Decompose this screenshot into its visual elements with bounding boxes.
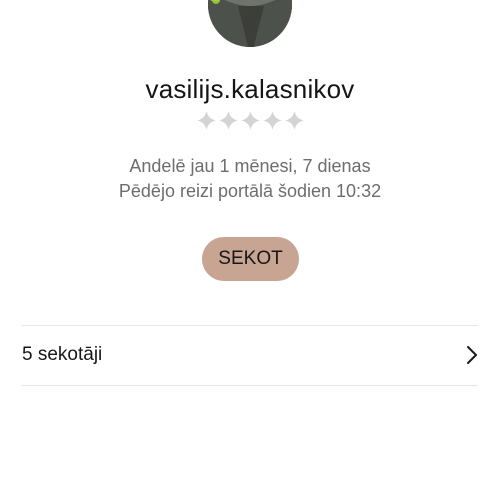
- star-icon: [196, 110, 217, 131]
- followers-row[interactable]: 5 sekotāji: [22, 326, 478, 385]
- star-icon: [218, 110, 239, 131]
- avatar: [208, 0, 292, 47]
- followers-label: 5 sekotāji: [22, 344, 103, 365]
- avatar-photo: [208, 0, 292, 47]
- star-icon: [284, 110, 305, 131]
- profile-page: vasilijs.kalasnikov Andelē jau 1 mēnesi,…: [0, 0, 500, 500]
- last-seen-text: Pēdējo reizi portālā šodien 10:32: [118, 181, 382, 201]
- star-icon: [240, 110, 261, 131]
- chevron-right-icon: [466, 345, 478, 365]
- star-icon: [262, 110, 283, 131]
- username: vasilijs.kalasnikov: [145, 74, 355, 104]
- follow-button[interactable]: SEKOT: [202, 237, 299, 281]
- divider: [22, 385, 478, 386]
- member-since-text: Andelē jau 1 mēnesi, 7 dienas: [129, 156, 371, 176]
- rating-stars: [0, 110, 500, 131]
